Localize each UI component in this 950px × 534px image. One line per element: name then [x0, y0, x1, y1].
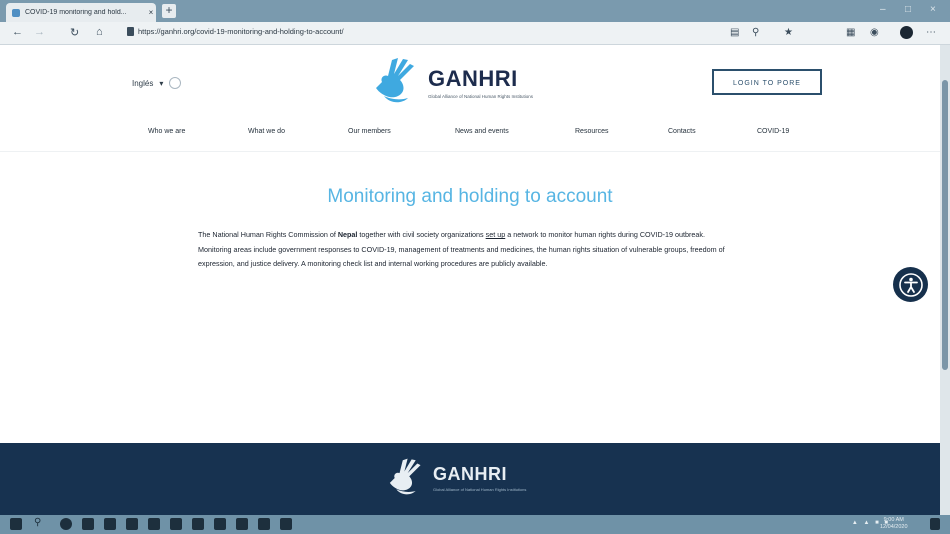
clock-time: 9:00 AM: [883, 517, 904, 523]
footer-logo-name: GANHRI: [433, 464, 507, 484]
app-icon[interactable]: [192, 518, 204, 530]
start-icon[interactable]: [10, 518, 22, 530]
nav-item-who-we-are[interactable]: Who we are: [148, 128, 185, 135]
app-icon[interactable]: [280, 518, 292, 530]
nav-item-resources[interactable]: Resources: [575, 128, 608, 135]
accessibility-person-icon: [898, 272, 923, 297]
page-title: Monitoring and holding to account: [327, 186, 613, 207]
browser-icon[interactable]: [60, 518, 72, 530]
notifications-icon[interactable]: [930, 518, 940, 530]
new-tab-button[interactable]: +: [162, 4, 176, 18]
site-logo[interactable]: GANHRI Global Alliance of National Human…: [370, 58, 578, 106]
tab-title: COVID-19 monitoring and hold...: [25, 9, 127, 16]
app-icon[interactable]: [236, 518, 248, 530]
lock-icon[interactable]: [127, 27, 134, 36]
chevron-down-icon: ▾: [159, 78, 164, 88]
close-window-button[interactable]: ×: [930, 4, 936, 15]
paragraph-text-2: together with civil society organization…: [357, 230, 486, 239]
home-icon[interactable]: ⌂: [96, 26, 103, 38]
tab-close-icon[interactable]: ×: [146, 8, 156, 17]
zoom-icon[interactable]: ⚲: [752, 27, 759, 38]
nav-item-what-we-do[interactable]: What we do: [248, 128, 285, 135]
app-icon[interactable]: [258, 518, 270, 530]
collections-icon[interactable]: ▦: [846, 27, 855, 38]
browser-toolbar: ← → ↻ ⌂ https://ganhri.org/covid-19-moni…: [0, 22, 950, 45]
app-icon[interactable]: [148, 518, 160, 530]
forward-arrow-icon[interactable]: →: [34, 26, 45, 38]
paragraph-bold-nepal: Nepal: [337, 230, 358, 239]
clock-date: 12/04/2020: [880, 524, 908, 530]
paragraph-text-1: The National Human Rights Commission of: [198, 230, 338, 239]
search-icon[interactable]: ⚲: [34, 517, 46, 529]
nav-divider: [0, 151, 940, 152]
nav-item-covid-19[interactable]: COVID-19: [757, 128, 789, 135]
minimize-button[interactable]: –: [880, 4, 886, 15]
store-icon[interactable]: [104, 518, 116, 530]
globe-icon[interactable]: [169, 77, 182, 89]
nav-item-contacts[interactable]: Contacts: [668, 128, 696, 135]
reader-view-icon[interactable]: ▤: [730, 27, 739, 38]
mail-icon[interactable]: [126, 518, 138, 530]
browser-tab-strip: COVID-19 monitoring and hold... × + – □ …: [0, 0, 950, 22]
scrollbar-thumb[interactable]: [942, 80, 948, 370]
language-label: Inglés: [132, 78, 154, 88]
app-icon[interactable]: [170, 518, 182, 530]
main-navigation: Who we are What we do Our members News a…: [0, 128, 940, 148]
file-explorer-icon[interactable]: [82, 518, 94, 530]
logo-name: GANHRI: [428, 65, 518, 91]
accessibility-button[interactable]: [893, 267, 928, 302]
set-up-link[interactable]: set up: [486, 230, 506, 239]
site-favicon-icon: [12, 8, 20, 17]
nav-item-news-and-events[interactable]: News and events: [455, 128, 509, 135]
ganhri-hand-logo-icon: [376, 58, 414, 103]
article-paragraph: The National Human Rights Commission of …: [198, 228, 738, 272]
more-menu-icon[interactable]: ⋯: [926, 27, 936, 38]
address-bar[interactable]: https://ganhri.org/covid-19-monitoring-a…: [138, 27, 344, 36]
reload-icon[interactable]: ↻: [70, 26, 79, 39]
footer-logo-tagline: Global Alliance of National Human Rights…: [433, 487, 527, 492]
language-selector[interactable]: Inglés ▾: [132, 77, 182, 89]
footer-logo[interactable]: GANHRI Global Alliance of National Human…: [385, 458, 573, 498]
os-taskbar: ⚲ ▲ ▲ ■ ■ 9:00 AM 12/04/2020: [0, 515, 950, 534]
nav-item-our-members[interactable]: Our members: [348, 128, 391, 135]
ganhri-hand-logo-icon: [389, 458, 421, 495]
logo-tagline: Global Alliance of National Human Rights…: [428, 93, 534, 99]
profile-avatar[interactable]: [900, 26, 913, 39]
back-arrow-icon[interactable]: ←: [12, 26, 23, 38]
browser-tab[interactable]: COVID-19 monitoring and hold... ×: [6, 3, 156, 22]
extension-icon[interactable]: ◉: [870, 27, 879, 38]
app-icon[interactable]: [214, 518, 226, 530]
taskbar-clock[interactable]: 9:00 AM 12/04/2020: [880, 517, 908, 531]
maximize-button[interactable]: □: [905, 4, 911, 15]
login-button[interactable]: LOGIN TO PORE: [712, 69, 822, 95]
favorite-star-icon[interactable]: ★: [784, 27, 793, 38]
